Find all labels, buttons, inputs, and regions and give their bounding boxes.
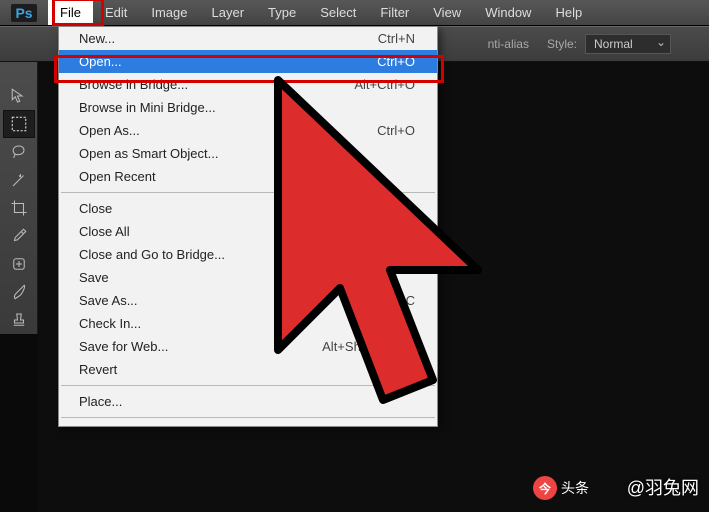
menu-item-open-as-smart-object[interactable]: Open as Smart Object... [59,142,437,165]
menu-item-label: Save [79,269,109,286]
menu-item-label: Save for Web... [79,338,168,355]
menu-item-label: Check In... [79,315,141,332]
menu-item-close-all[interactable]: Close All W [59,220,437,243]
menu-item-browse-in-bridge[interactable]: Browse in Bridge... Alt+Ctrl+O [59,73,437,96]
marquee-icon [10,115,28,133]
crop-tool[interactable] [3,194,35,222]
menu-item-shortcut: F12 [393,361,415,378]
menu-item-shortcut: Alt+Ctrl+O [354,76,415,93]
menu-item-open-recent[interactable]: Open Recent [59,165,437,188]
healing-icon [10,255,28,273]
menu-item-open-as[interactable]: Open As... Ctrl+O [59,119,437,142]
menu-filter[interactable]: Filter [368,0,421,25]
tools-panel [0,62,38,334]
healing-tool[interactable] [3,250,35,278]
menu-item-shortcut: Ctrl+O [377,122,415,139]
menu-item-save[interactable]: Save [59,266,437,289]
menu-item-label: Close [79,200,112,217]
menu-window[interactable]: Window [473,0,543,25]
menu-item-label: Revert [79,361,117,378]
brush-icon [10,283,28,301]
menu-item-label: New... [79,30,115,47]
anti-alias-option[interactable]: nti-alias [488,37,529,51]
menu-item-label: Close and Go to Bridge... [79,246,225,263]
menubar: Ps File Edit Image Layer Type Select Fil… [0,0,709,26]
menu-item-browse-in-mini-bridge[interactable]: Browse in Mini Bridge... [59,96,437,119]
brush-tool[interactable] [3,278,35,306]
watermark-site: @羽兔网 [627,474,699,500]
menu-item-shortcut: Ctrl+N [378,30,415,47]
lasso-icon [10,143,28,161]
stamp-icon [10,311,28,329]
menu-item-close-and-go-to-bridge[interactable]: Close and Go to Bridge... hift+W [59,243,437,266]
menu-image[interactable]: Image [139,0,199,25]
stamp-tool[interactable] [3,306,35,334]
app-logo: Ps [0,0,48,25]
menu-edit[interactable]: Edit [93,0,139,25]
move-icon [10,87,28,105]
menu-help[interactable]: Help [543,0,594,25]
menu-item-label: Browse in Mini Bridge... [79,99,216,116]
menu-item-new[interactable]: New... Ctrl+N [59,27,437,50]
wand-tool[interactable] [3,166,35,194]
menu-item-label: Open As... [79,122,140,139]
menu-item-shortcut: Shift+C [372,292,415,309]
marquee-tool[interactable] [3,110,35,138]
menu-item-shortcut: hift+W [378,246,415,263]
watermark-brand-text: 头条 [561,478,589,498]
menu-item-shortcut: Ctrl+O [377,53,415,70]
menu-item-label: Save As... [79,292,138,309]
wand-icon [10,171,28,189]
menu-item-close[interactable]: Close [59,197,437,220]
menu-item-label: Browse in Bridge... [79,76,188,93]
menu-separator [61,192,435,193]
menu-item-label: Open Recent [79,168,156,185]
style-dropdown[interactable]: Normal [585,34,671,54]
move-tool[interactable] [3,82,35,110]
menu-item-revert[interactable]: Revert F12 [59,358,437,381]
menu-item-shortcut: Alt+Shift+Ctrl+S [322,338,415,355]
menu-item-label: Open as Smart Object... [79,145,218,162]
menu-item-label: Close All [79,223,130,240]
menu-item-save-as[interactable]: Save As... Shift+C [59,289,437,312]
anti-alias-label: nti-alias [488,37,529,51]
menu-item-place[interactable]: Place... [59,390,437,413]
menu-layer[interactable]: Layer [200,0,257,25]
menu-select[interactable]: Select [308,0,368,25]
menu-item-label: Open... [79,53,122,70]
watermark-brand-icon: 今 [533,476,557,500]
ps-logo-text: Ps [11,4,36,22]
menu-view[interactable]: View [421,0,473,25]
crop-icon [10,199,28,217]
menu-separator [61,417,435,418]
style-label: Style: [547,37,577,51]
menu-item-save-for-web[interactable]: Save for Web... Alt+Shift+Ctrl+S [59,335,437,358]
menu-item-check-in[interactable]: Check In... [59,312,437,335]
menu-file[interactable]: File [48,0,93,25]
eyedropper-tool[interactable] [3,222,35,250]
menu-item-open[interactable]: Open... Ctrl+O [59,50,437,73]
menu-type[interactable]: Type [256,0,308,25]
watermark-brand: 今 头条 [533,476,589,500]
file-dropdown-menu: New... Ctrl+N Open... Ctrl+O Browse in Bridg… [58,26,438,427]
menu-separator [61,385,435,386]
eyedropper-icon [10,227,28,245]
menu-item-label: Place... [79,393,122,410]
menu-item-shortcut: W [403,223,415,240]
lasso-tool[interactable] [3,138,35,166]
